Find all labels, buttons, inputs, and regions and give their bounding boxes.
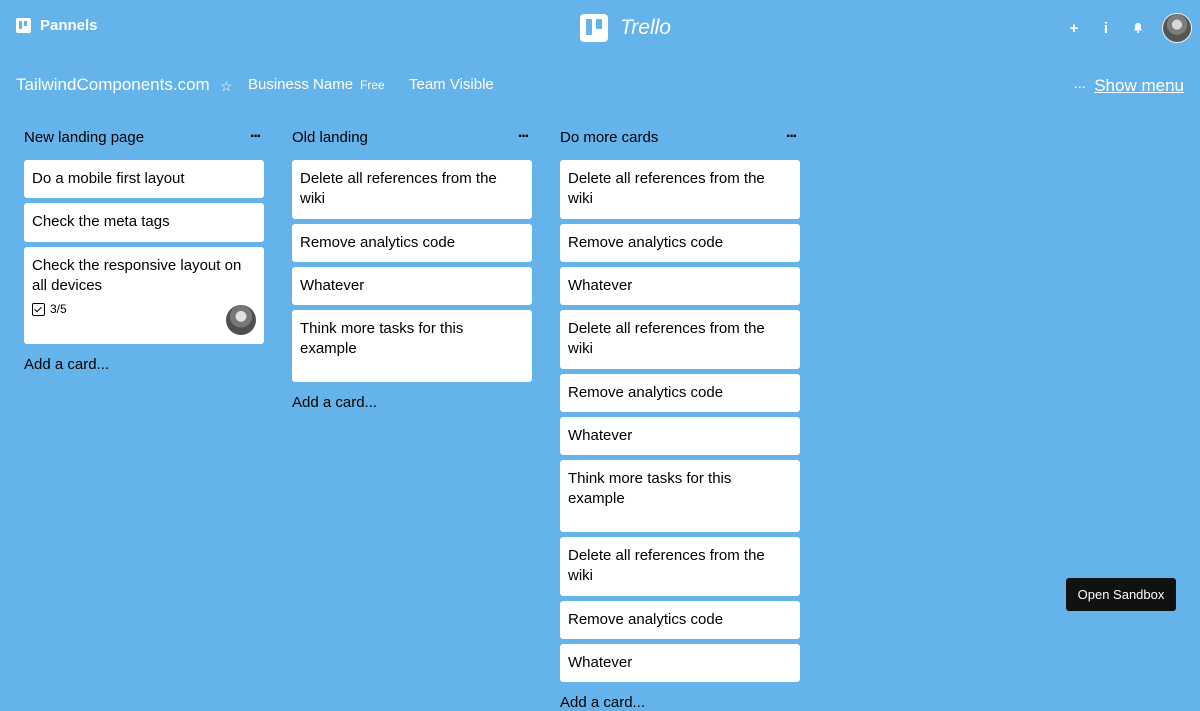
card-text: Think more tasks for this example <box>568 470 731 507</box>
card[interactable]: Remove analytics code <box>560 224 800 262</box>
card-text: Do a mobile first layout <box>32 170 185 187</box>
card[interactable]: Check the meta tags <box>24 203 264 241</box>
notifications-button[interactable] <box>1122 12 1154 44</box>
trello-wordmark: Trello <box>620 16 671 40</box>
board-icon <box>16 18 31 33</box>
list-old-landing: Old landing ··· Delete all references fr… <box>292 126 532 411</box>
info-button[interactable]: i <box>1090 12 1122 44</box>
trello-logo[interactable]: Trello <box>580 14 671 42</box>
card-text: Delete all references from the wiki <box>300 170 497 207</box>
card[interactable]: Remove analytics code <box>292 224 532 262</box>
list-new-landing-page: New landing page ··· Do a mobile first l… <box>24 126 264 373</box>
card-text: Whatever <box>568 277 632 294</box>
trello-icon <box>580 14 608 42</box>
card-text: Remove analytics code <box>568 611 723 628</box>
list-title: New landing page <box>24 129 144 146</box>
card-text: Delete all references from the wiki <box>568 320 765 357</box>
list-do-more-cards: Do more cards ··· Delete all references … <box>560 126 800 711</box>
card[interactable]: Delete all references from the wiki <box>560 310 800 369</box>
card[interactable]: Remove analytics code <box>560 374 800 412</box>
board-title[interactable]: TailwindComponents.com <box>16 75 210 95</box>
card[interactable]: Remove analytics code <box>560 601 800 639</box>
card-text: Check the meta tags <box>32 213 170 230</box>
list-header: Old landing ··· <box>292 126 532 148</box>
card-text: Whatever <box>300 277 364 294</box>
plus-icon: + <box>1070 20 1079 37</box>
top-bar: Pannels Trello + i <box>0 0 1200 56</box>
card-text: Remove analytics code <box>568 384 723 401</box>
card-text: Delete all references from the wiki <box>568 547 765 584</box>
card[interactable]: Delete all references from the wiki <box>292 160 532 219</box>
brand-label: Pannels <box>40 17 98 34</box>
show-menu-button[interactable]: ··· Show menu <box>1073 76 1184 96</box>
info-icon: i <box>1104 20 1108 37</box>
checklist-badge: 3/5 <box>32 301 256 317</box>
more-icon: ··· <box>1073 79 1085 94</box>
card[interactable]: Delete all references from the wiki <box>560 160 800 219</box>
card[interactable]: Whatever <box>560 267 800 305</box>
business-name[interactable]: Business Name <box>248 76 353 93</box>
card[interactable]: Think more tasks for this example <box>560 460 800 532</box>
list-title: Old landing <box>292 129 368 146</box>
more-icon[interactable]: ··· <box>782 128 800 146</box>
card[interactable]: Whatever <box>560 417 800 455</box>
card[interactable]: Check the responsive layout on all devic… <box>24 247 264 344</box>
star-icon[interactable]: ☆ <box>220 78 233 95</box>
add-card-link[interactable]: Add a card... <box>560 694 800 711</box>
card[interactable]: Whatever <box>292 267 532 305</box>
bell-icon <box>1132 22 1144 34</box>
team-visibility[interactable]: Team Visible <box>409 76 494 93</box>
checkbox-icon <box>32 303 45 316</box>
card[interactable]: Whatever <box>560 644 800 682</box>
card-member-avatar[interactable] <box>226 305 256 335</box>
card[interactable]: Think more tasks for this example <box>292 310 532 382</box>
add-card-link[interactable]: Add a card... <box>24 356 264 373</box>
card-text: Check the responsive layout on all devic… <box>32 257 241 294</box>
card-text: Whatever <box>568 654 632 671</box>
card[interactable]: Delete all references from the wiki <box>560 537 800 596</box>
more-icon[interactable]: ··· <box>514 128 532 146</box>
card-text: Remove analytics code <box>568 234 723 251</box>
card[interactable]: Do a mobile first layout <box>24 160 264 198</box>
show-menu-label: Show menu <box>1094 76 1184 96</box>
list-title: Do more cards <box>560 129 658 146</box>
list-header: New landing page ··· <box>24 126 264 148</box>
more-icon[interactable]: ··· <box>246 128 264 146</box>
board-header: TailwindComponents.com ☆ Business Name F… <box>0 68 1200 104</box>
user-avatar[interactable] <box>1162 13 1192 43</box>
top-actions: + i <box>1058 12 1192 44</box>
add-button[interactable]: + <box>1058 12 1090 44</box>
card-text: Delete all references from the wiki <box>568 170 765 207</box>
plan-badge: Free <box>360 78 385 92</box>
list-header: Do more cards ··· <box>560 126 800 148</box>
card-text: Whatever <box>568 427 632 444</box>
open-sandbox-button[interactable]: Open Sandbox <box>1066 578 1176 611</box>
checklist-count: 3/5 <box>50 301 67 317</box>
card-text: Think more tasks for this example <box>300 320 463 357</box>
add-card-link[interactable]: Add a card... <box>292 394 532 411</box>
card-text: Remove analytics code <box>300 234 455 251</box>
brand[interactable]: Pannels <box>16 17 98 34</box>
